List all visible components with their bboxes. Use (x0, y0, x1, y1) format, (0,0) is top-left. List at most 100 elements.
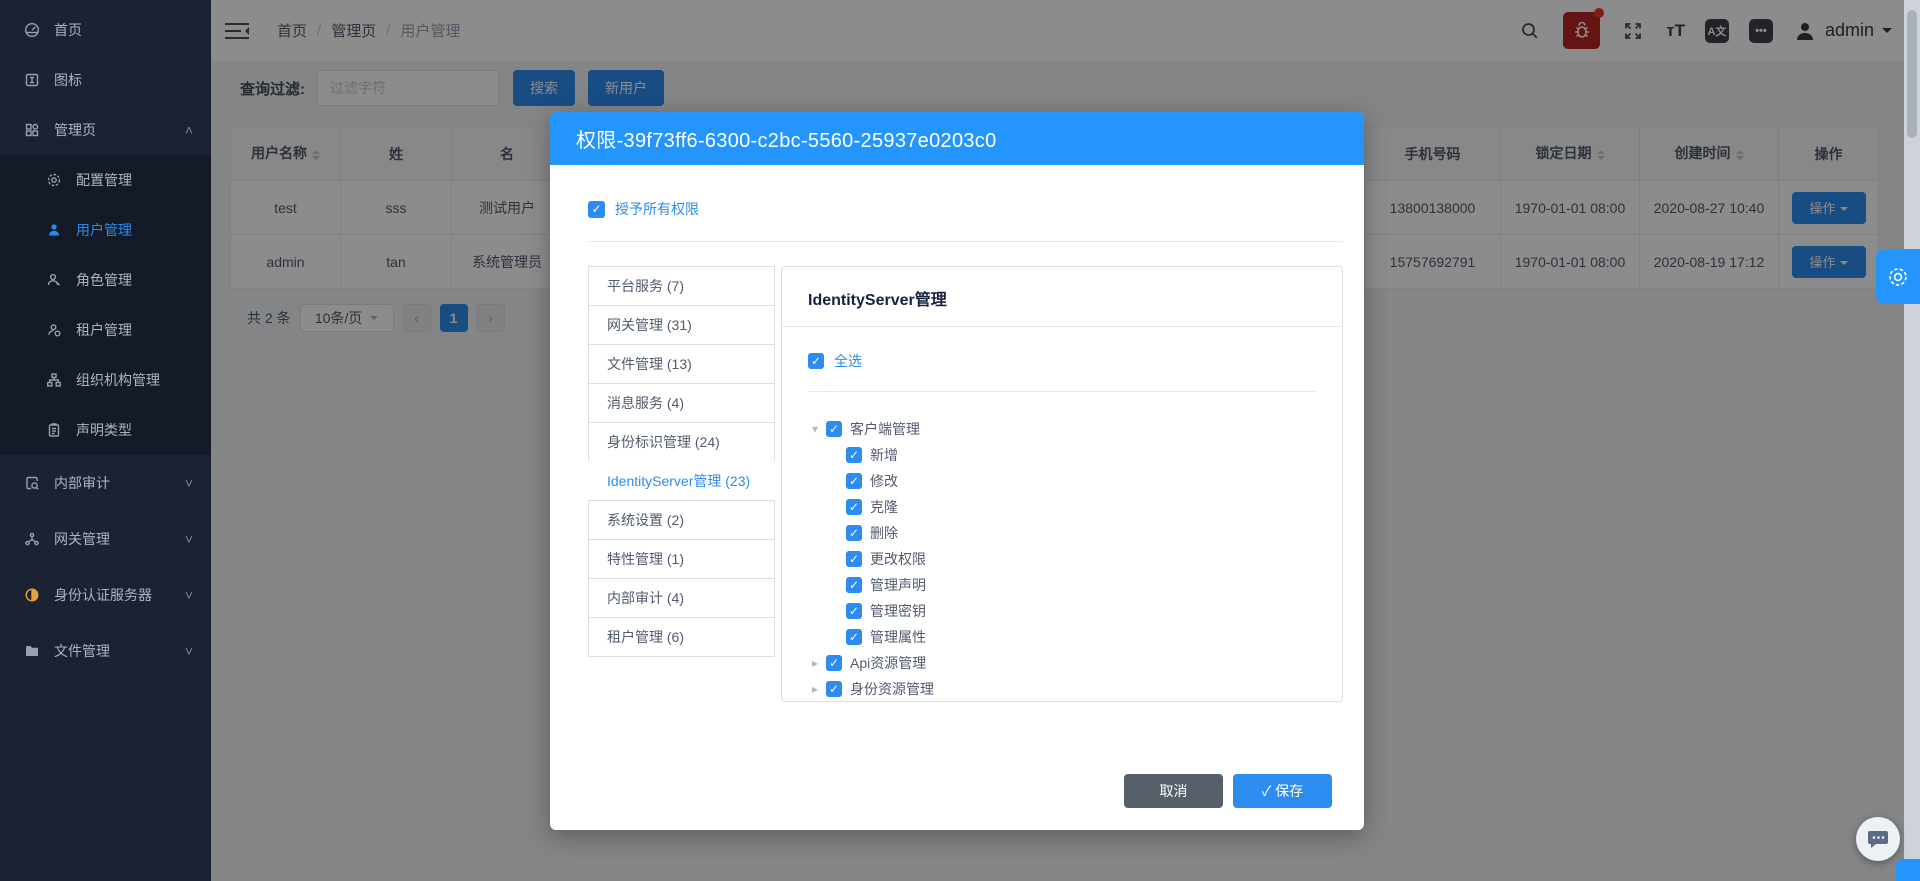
category-identity[interactable]: 身份标识管理 (24) (588, 422, 775, 462)
category-files[interactable]: 文件管理 (13) (588, 344, 775, 384)
theme-settings-button[interactable] (1876, 249, 1920, 304)
chevron-down-icon: ˅ (185, 643, 193, 659)
sidebar-item-label: 身份认证服务器 (54, 585, 152, 605)
chat-widget-button[interactable] (1856, 817, 1900, 861)
checkbox-checked[interactable]: ✓ (808, 353, 824, 369)
sidebar-item-label: 文件管理 (54, 641, 110, 661)
permission-panel: IdentityServer管理 ✓ 全选 ▾ ✓ 客户端管理 (781, 266, 1343, 702)
sidebar-item-label: 网关管理 (54, 529, 110, 549)
tree-node-add: ✓ 新增 (808, 442, 1316, 468)
sidebar: 首页 图标 管理页 ˄ 配置管理 用户管理 角色管理 租户管理 组织机构管理 (0, 0, 211, 881)
sidebar-item-claim-types[interactable]: 声明类型 (0, 405, 211, 455)
tree-node-claims: ✓ 管理声明 (808, 572, 1316, 598)
tenant-icon (46, 322, 62, 338)
sidebar-item-home[interactable]: 首页 (0, 5, 211, 55)
sidebar-item-config[interactable]: 配置管理 (0, 155, 211, 205)
check-icon: ✓ (1262, 783, 1272, 799)
checkbox-checked[interactable]: ✓ (826, 655, 842, 671)
cancel-button[interactable]: 取消 (1124, 774, 1223, 808)
scrollbar-track[interactable] (1904, 0, 1920, 881)
sidebar-item-audit[interactable]: 内部审计 ˅ (0, 455, 211, 511)
caret-collapsed-icon[interactable]: ▸ (808, 656, 822, 670)
gear-icon (46, 172, 62, 188)
permission-category-list: 平台服务 (7) 网关管理 (31) 文件管理 (13) 消息服务 (4) 身份… (588, 266, 775, 702)
category-settings[interactable]: 系统设置 (2) (588, 500, 775, 540)
user-icon (46, 222, 62, 238)
tree-node-clients: ▾ ✓ 客户端管理 (808, 416, 1316, 442)
tree-node-clone: ✓ 克隆 (808, 494, 1316, 520)
sidebar-item-icons[interactable]: 图标 (0, 55, 211, 105)
sidebar-item-files[interactable]: 文件管理 ˅ (0, 623, 211, 679)
sidebar-item-label: 管理页 (54, 120, 96, 140)
chat-bubble-icon (1866, 827, 1890, 851)
category-audit[interactable]: 内部审计 (4) (588, 578, 775, 618)
sidebar-item-identity-server[interactable]: 身份认证服务器 ˅ (0, 567, 211, 623)
checkbox-checked[interactable]: ✓ (846, 447, 862, 463)
sidebar-item-gateway[interactable]: 网关管理 ˅ (0, 511, 211, 567)
tree-node-properties: ✓ 管理属性 (808, 624, 1316, 650)
chevron-down-icon: ˅ (185, 475, 193, 491)
modal-header: 权限-39f73ff6-6300-c2bc-5560-25937e0203c0 (550, 112, 1364, 165)
tree-node-label: 克隆 (870, 497, 898, 517)
gateway-icon (24, 531, 40, 547)
category-features[interactable]: 特性管理 (1) (588, 539, 775, 579)
sidebar-item-label: 组织机构管理 (76, 370, 160, 390)
checkbox-checked[interactable]: ✓ (846, 551, 862, 567)
tree-node-label: 身份资源管理 (850, 679, 934, 699)
category-messages[interactable]: 消息服务 (4) (588, 383, 775, 423)
grid-icon (24, 122, 40, 138)
category-platform[interactable]: 平台服务 (7) (588, 266, 775, 306)
chevron-down-icon: ˅ (185, 531, 193, 547)
checkbox-checked[interactable]: ✓ (588, 201, 605, 218)
org-icon (46, 372, 62, 388)
category-identityserver[interactable]: IdentityServer管理 (23) (588, 461, 775, 501)
sidebar-item-label: 租户管理 (76, 320, 132, 340)
checkbox-checked[interactable]: ✓ (846, 577, 862, 593)
caret-expanded-icon[interactable]: ▾ (808, 422, 822, 436)
tree-node-label: 客户端管理 (850, 419, 920, 439)
sidebar-item-organizations[interactable]: 组织机构管理 (0, 355, 211, 405)
select-all-row[interactable]: ✓ 全选 (808, 351, 1316, 371)
sidebar-submenu: 配置管理 用户管理 角色管理 租户管理 组织机构管理 声明类型 (0, 155, 211, 455)
tree-node-identity-resources: ▸ ✓ 身份资源管理 (808, 676, 1316, 702)
sidebar-item-admin-pages[interactable]: 管理页 ˄ (0, 105, 211, 155)
tree-node-edit: ✓ 修改 (808, 468, 1316, 494)
checkbox-checked[interactable]: ✓ (846, 499, 862, 515)
scrollbar-thumb[interactable] (1907, 10, 1917, 138)
category-gateway[interactable]: 网关管理 (31) (588, 305, 775, 345)
grant-all-row[interactable]: ✓ 授予所有权限 (588, 199, 1343, 219)
claim-icon (46, 422, 62, 438)
divider (808, 391, 1316, 392)
sidebar-item-tenants[interactable]: 租户管理 (0, 305, 211, 355)
tree-node-label: 删除 (870, 523, 898, 543)
dashboard-icon (24, 22, 40, 38)
sidebar-item-label: 内部审计 (54, 473, 110, 493)
checkbox-checked[interactable]: ✓ (826, 681, 842, 697)
modal-body: ✓ 授予所有权限 平台服务 (7) 网关管理 (31) 文件管理 (13) 消息… (550, 199, 1364, 702)
tree-node-label: 管理密钥 (870, 601, 926, 621)
category-tenants[interactable]: 租户管理 (6) (588, 617, 775, 657)
checkbox-checked[interactable]: ✓ (846, 603, 862, 619)
sidebar-item-label: 声明类型 (76, 420, 132, 440)
tree-node-label: Api资源管理 (850, 653, 926, 673)
grant-all-label: 授予所有权限 (615, 199, 699, 219)
panel-title: IdentityServer管理 (782, 267, 1342, 327)
sidebar-item-label: 用户管理 (76, 220, 132, 240)
checkbox-checked[interactable]: ✓ (826, 421, 842, 437)
identity-server-icon (24, 587, 40, 603)
permissions-modal: 权限-39f73ff6-6300-c2bc-5560-25937e0203c0 … (550, 112, 1364, 830)
checkbox-checked[interactable]: ✓ (846, 629, 862, 645)
checkbox-checked[interactable]: ✓ (846, 473, 862, 489)
sidebar-item-roles[interactable]: 角色管理 (0, 255, 211, 305)
save-button[interactable]: ✓ 保存 (1233, 774, 1332, 808)
tree-node-secrets: ✓ 管理密钥 (808, 598, 1316, 624)
tree-node-permissions: ✓ 更改权限 (808, 546, 1316, 572)
sidebar-item-users[interactable]: 用户管理 (0, 205, 211, 255)
modal-title: 权限-39f73ff6-6300-c2bc-5560-25937e0203c0 (576, 124, 997, 153)
audit-icon (24, 475, 40, 491)
select-all-label: 全选 (834, 351, 862, 371)
gear-icon (1886, 265, 1910, 289)
sidebar-item-label: 角色管理 (76, 270, 132, 290)
caret-collapsed-icon[interactable]: ▸ (808, 682, 822, 696)
checkbox-checked[interactable]: ✓ (846, 525, 862, 541)
